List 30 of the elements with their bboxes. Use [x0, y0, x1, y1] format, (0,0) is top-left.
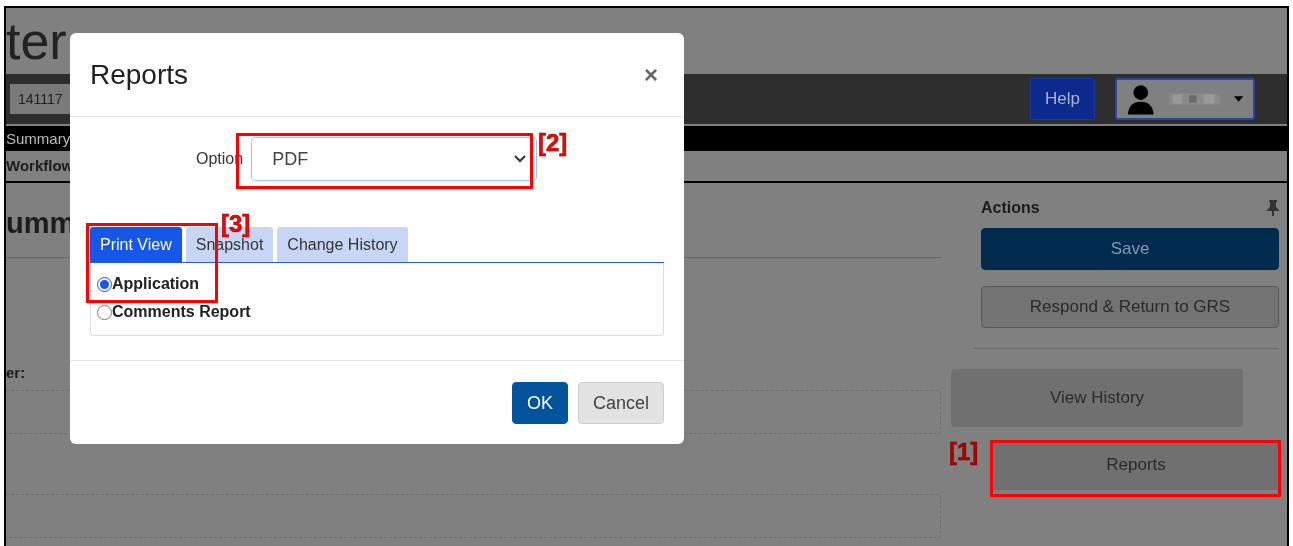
pin-icon[interactable]: [1267, 200, 1279, 216]
radio-button[interactable]: [97, 304, 112, 320]
save-button[interactable]: Save: [981, 228, 1279, 270]
option-dropdown[interactable]: PDF: [251, 137, 538, 181]
ok-button[interactable]: OK: [511, 382, 568, 424]
user-menu-button[interactable]: [1115, 78, 1255, 120]
field-label: er:: [6, 364, 26, 383]
help-button[interactable]: Help: [1030, 78, 1095, 120]
cancel-button[interactable]: Cancel: [577, 382, 664, 424]
case-number: 141117: [10, 84, 71, 114]
tab[interactable]: Print View: [90, 227, 182, 262]
radio-button[interactable]: [97, 276, 112, 292]
radio-label: Application: [112, 275, 200, 293]
actions-title: Actions: [981, 199, 1040, 217]
respond-button[interactable]: Respond & Return to GRS: [981, 286, 1279, 328]
nav-tab[interactable]: Summary: [6, 130, 71, 147]
chevron-down-icon: [514, 155, 527, 163]
input-field[interactable]: [6, 494, 941, 538]
nav-tab[interactable]: Workflow: [6, 157, 74, 174]
page-title: ter: [6, 11, 68, 72]
tab[interactable]: Change History: [277, 227, 408, 262]
caret-icon: [1233, 96, 1243, 102]
radio-label: Comments Report: [112, 303, 251, 321]
blurred-text: [1168, 91, 1220, 107]
callout-number: [1]: [948, 440, 980, 464]
dialog-title: Reports: [90, 58, 189, 91]
callout-number: [2]: [537, 131, 569, 155]
view-history-button[interactable]: View History: [951, 369, 1243, 427]
close-button[interactable]: ×: [638, 60, 664, 89]
user-icon: [1127, 82, 1155, 116]
